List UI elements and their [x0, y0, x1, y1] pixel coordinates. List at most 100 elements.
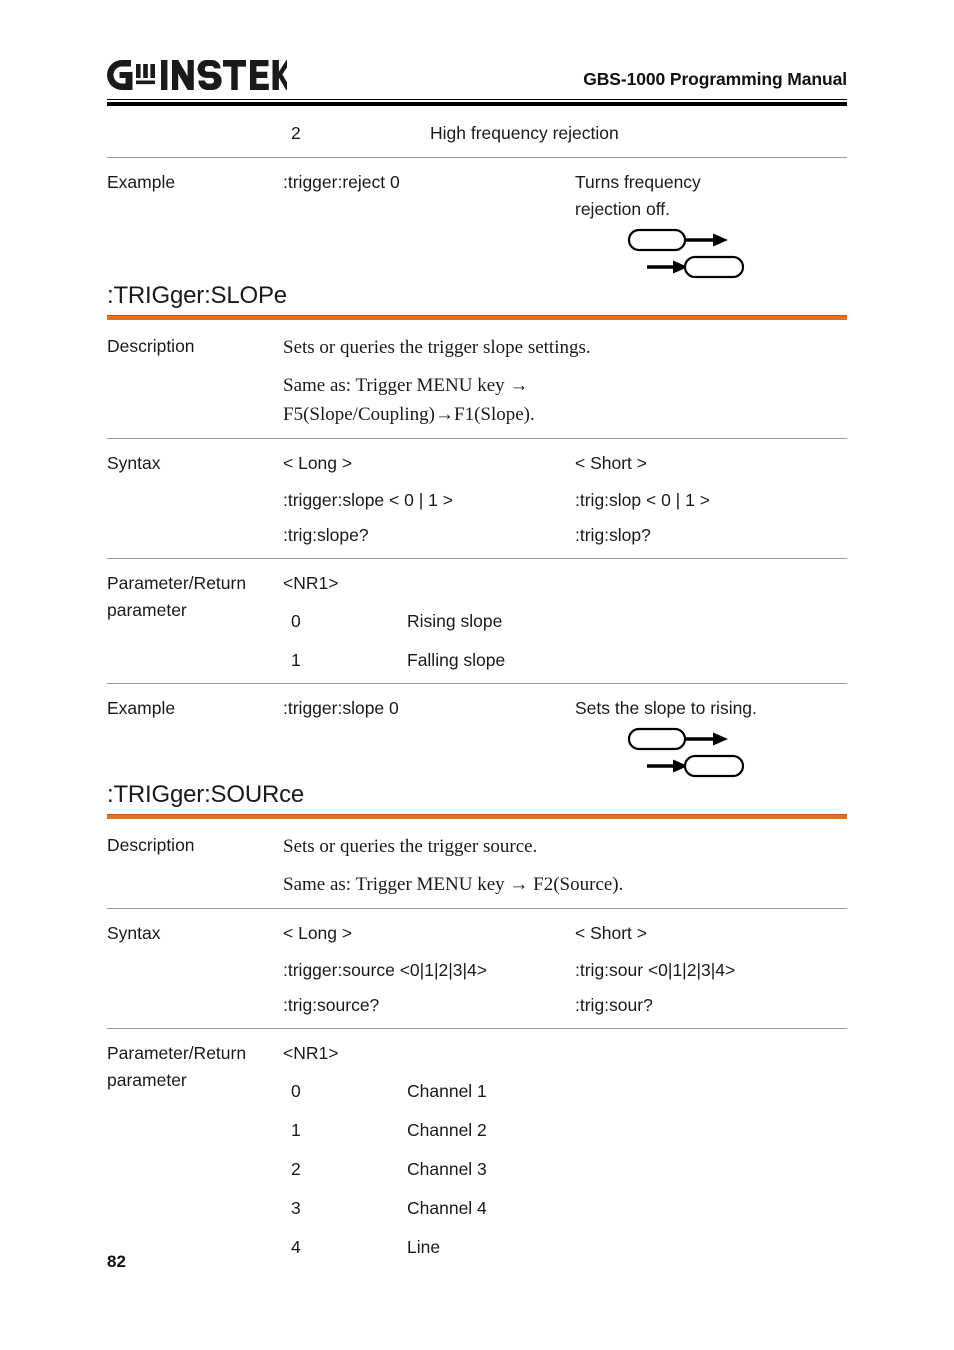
table-row: Example :trigger:reject 0 Turns frequenc…: [107, 169, 847, 283]
source-parameter-table: Parameter/Return parameter <NR1> 0 Chann…: [107, 1040, 847, 1261]
command-pill-arrow-out-icon: [627, 228, 728, 252]
param-value-number: 4: [291, 1237, 301, 1257]
slope-parameter-table: Parameter/Return parameter <NR1> 0 Risin…: [107, 570, 847, 674]
header-rule-thin: [107, 99, 847, 100]
header-rules: [107, 99, 847, 106]
section-trigger-source: :TRIGger:SOURce: [107, 780, 847, 819]
table-row: 3 Channel 4: [283, 1195, 847, 1222]
continued-parameter-table: 2 High frequency rejection: [107, 120, 847, 147]
syntax-long-line-1: :trigger:slope < 0 | 1 >: [283, 490, 453, 510]
param-value-description: Falling slope: [407, 650, 506, 670]
row-label-syntax: Syntax: [107, 453, 161, 473]
command-query-icon-group: [627, 724, 747, 782]
query-icon-row: [645, 751, 747, 782]
table-row: Syntax < Long > :trigger:slope < 0 | 1 >…: [107, 450, 847, 549]
example-command: :trigger:slope 0: [283, 698, 399, 718]
section-trigger-slope: :TRIGger:SLOPe: [107, 281, 847, 320]
table-row: Description Sets or queries the trigger …: [107, 333, 847, 429]
table-row: 0 Channel 1: [283, 1078, 847, 1105]
param-value-description: Rising slope: [407, 611, 503, 631]
table-row: 1 Falling slope: [283, 647, 847, 674]
syntax-long-header: < Long >: [283, 923, 353, 943]
table-row: Description Sets or queries the trigger …: [107, 832, 847, 899]
table-row: [283, 1183, 847, 1195]
query-icon-row: [645, 252, 747, 283]
param-value-number: 2: [291, 1159, 301, 1179]
parameter-value-list: 0 Channel 1 1 Channel 2 2 Channel 3 3 Ch…: [283, 1078, 847, 1261]
parameter-type: <NR1>: [283, 1043, 339, 1063]
row-label-syntax: Syntax: [107, 923, 161, 943]
query-arrow-in-pill-icon: [647, 255, 745, 279]
syntax-short-header: < Short >: [575, 453, 647, 473]
table-row: Parameter/Return parameter <NR1> 0 Risin…: [107, 570, 847, 674]
slope-syntax-table: Syntax < Long > :trigger:slope < 0 | 1 >…: [107, 450, 847, 549]
description-line-2: Same as: Trigger MENU key → F2(Source).: [283, 874, 624, 895]
syntax-long-line-1: :trigger:source <0|1|2|3|4>: [283, 960, 488, 980]
syntax-long-line-2: :trig:source?: [283, 995, 380, 1015]
table-row: 0 Rising slope: [283, 608, 847, 635]
table-row: Parameter/Return parameter <NR1> 0 Chann…: [107, 1040, 847, 1261]
row-label-example: Example: [107, 172, 176, 192]
query-arrow-in-pill-icon: [647, 754, 745, 778]
row-label-parameter-line-2: parameter: [107, 1070, 187, 1090]
parameter-type: <NR1>: [283, 573, 339, 593]
param-value-description: Channel 1: [407, 1081, 487, 1101]
table-row: 2 Channel 3: [283, 1156, 847, 1183]
table-row: 4 Line: [283, 1234, 847, 1261]
section-title: :TRIGger:SLOPe: [107, 282, 287, 309]
row-label-description: Description: [107, 835, 195, 855]
row-label-description: Description: [107, 336, 195, 356]
example-result-line-1: Turns frequency: [575, 172, 701, 192]
table-row: Syntax < Long > :trigger:source <0|1|2|3…: [107, 920, 847, 1019]
reject-example-table: Example :trigger:reject 0 Turns frequenc…: [107, 169, 847, 283]
page-header: GBS-1000 Programming Manual: [107, 0, 847, 90]
command-query-icon-group: [627, 225, 747, 283]
param-value-number: 1: [291, 650, 301, 670]
param-value-description: Line: [407, 1237, 441, 1257]
param-value-description: Channel 3: [407, 1159, 487, 1179]
example-result: Sets the slope to rising.: [575, 698, 757, 718]
syntax-long-header: < Long >: [283, 453, 353, 473]
description-line-1: Sets or queries the trigger slope settin…: [283, 337, 591, 358]
gw-instek-logo-mark: [107, 60, 287, 90]
description-line-2: Same as: Trigger MENU key →: [283, 375, 529, 396]
syntax-short-line-2: :trig:sour?: [575, 995, 653, 1015]
command-pill-arrow-out-icon: [627, 727, 728, 751]
document-page: GBS-1000 Programming Manual 2 High frequ…: [0, 0, 954, 1350]
table-row: [283, 1144, 847, 1156]
example-result-line-2: rejection off.: [575, 199, 671, 219]
param-value-description: High frequency rejection: [430, 123, 619, 143]
table-row: 1 Channel 2: [283, 1117, 847, 1144]
param-value-number: 0: [291, 611, 301, 631]
syntax-short-line-1: :trig:slop < 0 | 1 >: [575, 490, 710, 510]
source-description-table: Description Sets or queries the trigger …: [107, 832, 847, 899]
parameter-value-list: 0 Rising slope 1 Falling slope: [283, 608, 847, 674]
slope-description-table: Description Sets or queries the trigger …: [107, 333, 847, 429]
gw-instek-logo: [107, 60, 287, 90]
param-value-description: Channel 2: [407, 1120, 487, 1140]
param-value-number: 0: [291, 1081, 301, 1101]
manual-title: GBS-1000 Programming Manual: [583, 68, 847, 89]
source-syntax-table: Syntax < Long > :trigger:source <0|1|2|3…: [107, 920, 847, 1019]
description-line-1: Sets or queries the trigger source.: [283, 836, 538, 857]
page-number: 82: [107, 1252, 126, 1271]
table-row: [283, 635, 847, 647]
slope-example-table: Example :trigger:slope 0 Sets the slope …: [107, 695, 847, 782]
param-value-number: 1: [291, 1120, 301, 1140]
description-line-3: F5(Slope/Coupling)→F1(Slope).: [283, 404, 535, 425]
syntax-long-line-2: :trig:slope?: [283, 525, 369, 545]
syntax-short-header: < Short >: [575, 923, 647, 943]
table-row: 2 High frequency rejection: [107, 120, 847, 147]
row-label-parameter-line-1: Parameter/Return: [107, 1043, 247, 1063]
table-row: [283, 1222, 847, 1234]
section-title: :TRIGger:SOURce: [107, 781, 305, 808]
row-label-parameter-line-2: parameter: [107, 600, 187, 620]
row-label-example: Example: [107, 698, 176, 718]
param-value-description: Channel 4: [407, 1198, 487, 1218]
syntax-short-line-1: :trig:sour <0|1|2|3|4>: [575, 960, 736, 980]
row-label-parameter-line-1: Parameter/Return: [107, 573, 247, 593]
table-row: Example :trigger:slope 0 Sets the slope …: [107, 695, 847, 782]
param-value-number: 3: [291, 1198, 301, 1218]
syntax-short-line-2: :trig:slop?: [575, 525, 651, 545]
example-command: :trigger:reject 0: [283, 172, 400, 192]
